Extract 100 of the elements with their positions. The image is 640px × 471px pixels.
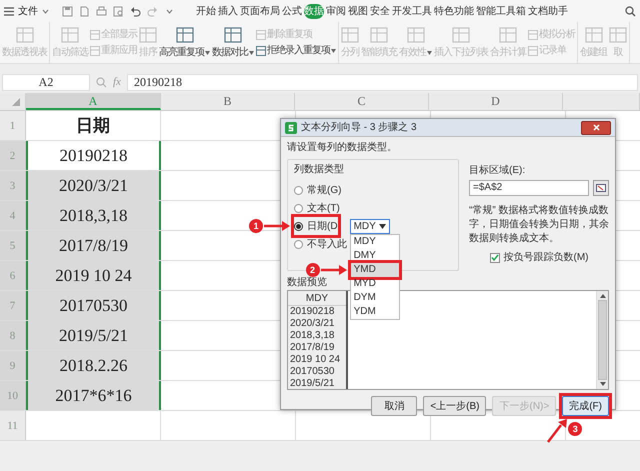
sheet-icon [176,27,194,43]
highlight-frame [348,260,402,280]
preview-label: 数据预览 [287,276,327,290]
ribbon-button[interactable]: 拒绝录入重复项 [256,44,336,56]
sheet-icon [370,27,388,43]
sheet-icon [61,27,79,43]
table-cell: 2020/3/21 [26,171,161,200]
check-icon [490,254,498,261]
menu-tab[interactable]: 文档助手 [528,4,568,18]
dropdown-option[interactable]: YMD [350,262,399,276]
dialog-button[interactable]: 完成(F) [562,396,609,416]
formula-field[interactable]: 20190218 [126,74,638,90]
pointer-arrow [264,221,290,231]
sheet-icon [16,27,34,43]
ribbon-button[interactable]: 数据对比 [211,22,255,63]
menu-tab[interactable]: 开发工具 [392,4,432,18]
close-icon [592,124,600,131]
table-cell: 2018,3,18 [26,201,161,230]
sheet-icon [528,46,538,56]
sheet-icon [528,30,538,40]
dropdown-option[interactable]: MDY [350,234,399,248]
column-header[interactable]: C [295,93,429,110]
sheet-icon [90,46,100,56]
caret-icon [42,8,49,14]
menu-tab[interactable]: 智能工具箱 [476,4,526,18]
app-icon [285,122,297,134]
sheet-icon [341,27,359,43]
dropdown-option[interactable]: DMY [350,248,399,262]
caret-icon [378,224,386,228]
sheet-icon [224,27,242,43]
column-header[interactable]: D [429,93,563,110]
sheet-icon [406,27,424,43]
menu-tab[interactable]: 页面布局 [240,4,280,18]
highlight-frame [291,214,341,238]
menu-tab[interactable]: 开始 [196,4,216,18]
format-dropdown[interactable]: MDY [350,218,390,234]
dialog-title: 文本分列向导 - 3 步骤之 3 [301,120,417,135]
table-cell: 2018.2.26 [26,351,161,380]
step-badge: 2 [306,262,320,276]
group-title: 列数据类型 [294,162,345,177]
close-button[interactable] [581,120,611,134]
pointer-arrow [546,419,568,443]
preview-icon [113,6,124,16]
preview-cell-text: 2017/8/19 [289,342,336,354]
sheet-icon [584,27,602,43]
file-menu[interactable]: 文件 [4,4,49,18]
radio-option[interactable]: 文本(T) [294,199,340,217]
negative-checkbox[interactable]: 按负号跟踪负数(M) [469,250,609,265]
dropdown-option[interactable]: MYD [350,276,399,290]
menu-tab[interactable]: 视图 [348,4,368,18]
sheet-icon [499,27,517,43]
highlight-frame [559,393,612,419]
scrollbar[interactable] [596,291,608,389]
caret-icon [427,51,432,55]
document-icon [79,6,90,16]
pointer-arrow [320,264,347,274]
undo-icon [130,6,141,16]
menu-icon [4,6,14,16]
sheet-icon [452,27,470,43]
save-icon [62,6,73,16]
menu-tab[interactable]: 安全 [370,4,390,18]
dropdown-option[interactable]: DYM [350,290,399,304]
sheet-icon [90,30,100,40]
radio-option[interactable]: 常规(G) [294,181,342,199]
menu-tab[interactable]: 审阅 [326,4,346,18]
preview-column-header: MDY [288,291,346,306]
range-picker-button[interactable] [593,180,609,196]
sheet-icon [609,27,627,43]
range-icon [596,184,606,192]
preview-cell-text: 2019 10 24 [289,354,342,366]
preview-cell-text: 20190218 [289,306,336,318]
function-label: fx [113,74,121,90]
name-box[interactable]: A2 [2,74,90,90]
menu-tab[interactable]: 插入 [218,4,238,18]
description-text: “常规” 数据格式将数值转换成数字，日期值会转换为日期，其余数据则转换成文本。 [469,204,609,246]
radio-option[interactable]: 不导入此 [294,235,347,253]
table-cell: 20170530 [26,291,161,320]
caret-icon [249,51,254,55]
zoom-icon [96,76,107,88]
target-field[interactable]: =$A$2 [469,180,589,196]
table-cell: 日期 [26,111,161,140]
dialog-button[interactable]: 取消 [371,396,418,416]
printer-icon [96,6,107,16]
column-header[interactable]: B [161,93,295,110]
redo-icon [147,6,158,16]
field-label: 目标区域(E): [469,164,526,178]
caret-icon [600,294,606,298]
ribbon-button[interactable]: 高亮重复项 [158,22,211,63]
preview-cell-text: 2020/3/21 [289,318,336,330]
menu-tab[interactable]: 公式 [282,4,302,18]
menu-tab[interactable]: 数据 [304,4,324,18]
dropdown-option[interactable]: YDM [350,304,399,318]
table-cell: 2019/5/21 [26,321,161,350]
caret-icon [205,51,210,55]
table-cell: 2017/8/19 [26,231,161,260]
table-cell: 2019 10 24 [26,261,161,290]
instruction-text: 请设置每列的数据类型。 [287,140,398,155]
menu-tab[interactable]: 特色功能 [434,4,474,18]
radio-option[interactable]: 日期(D [294,217,338,235]
dialog-button[interactable]: <上一步(B) [423,396,486,416]
